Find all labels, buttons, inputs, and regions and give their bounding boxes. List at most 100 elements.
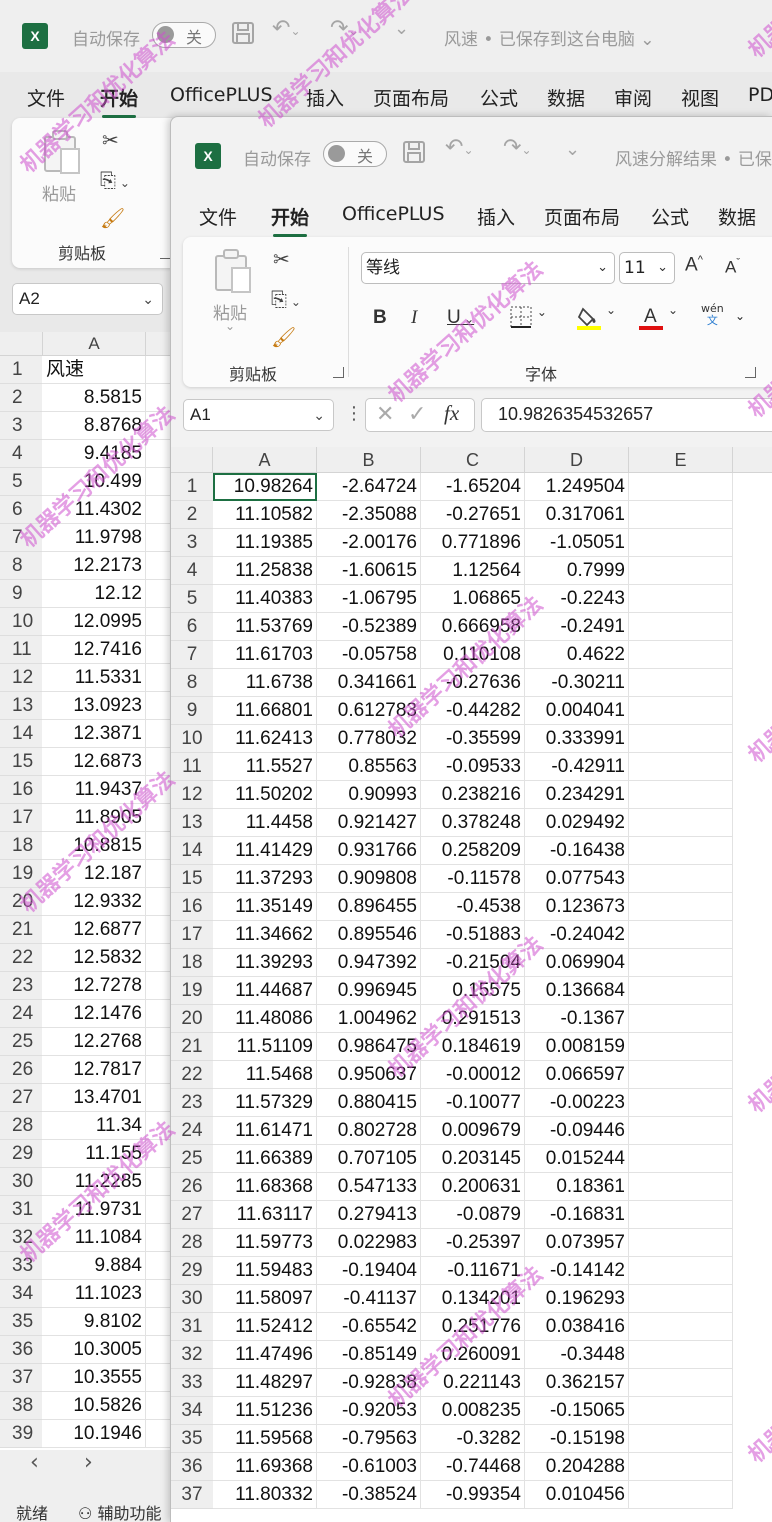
cell[interactable]: 10.1946 [42,1420,146,1448]
cell[interactable] [146,636,172,664]
cell[interactable]: 11.40383 [213,585,317,613]
menu-formulas[interactable]: 公式 [480,84,518,111]
cell[interactable] [146,1420,172,1448]
row-header[interactable]: 2 [0,384,42,412]
chevron-down-icon[interactable]: ⌄ [735,309,745,323]
row-header[interactable]: 28 [0,1112,42,1140]
cell[interactable]: 10.3555 [42,1364,146,1392]
row-header[interactable]: 7 [171,641,213,669]
row-header[interactable]: 1 [0,356,42,384]
row-header[interactable]: 34 [0,1280,42,1308]
cell[interactable]: 0.921427 [317,809,421,837]
cell[interactable]: 8.5815 [42,384,146,412]
row-header[interactable]: 16 [171,893,213,921]
back-name-box[interactable]: A2 ⌄ [12,283,163,315]
cell[interactable]: 11.4302 [42,496,146,524]
row-header[interactable]: 27 [0,1084,42,1112]
cell[interactable]: 0.896455 [317,893,421,921]
cell[interactable]: 11.66801 [213,697,317,725]
cell[interactable]: -0.25397 [421,1229,525,1257]
cell[interactable]: 11.5331 [42,664,146,692]
cell[interactable] [629,1005,733,1033]
row-header[interactable]: 9 [0,580,42,608]
cell[interactable]: 0.362157 [525,1369,629,1397]
cell[interactable]: 11.50202 [213,781,317,809]
cell[interactable] [146,860,172,888]
column-header-e[interactable]: E [629,447,733,473]
menu-officeplus[interactable]: OfficePLUS [342,203,445,225]
cell[interactable]: 0.90993 [317,781,421,809]
cell[interactable]: 11.61471 [213,1117,317,1145]
copy-icon[interactable]: ⎘ ⌄ [100,168,130,192]
bold-icon[interactable]: B [373,307,387,329]
cell[interactable]: 12.7416 [42,636,146,664]
cell[interactable]: 1.06865 [421,585,525,613]
cell[interactable]: -0.11578 [421,865,525,893]
cell[interactable]: -0.92838 [317,1369,421,1397]
cell[interactable]: 0.238216 [421,781,525,809]
cell[interactable]: -0.10077 [421,1089,525,1117]
cell[interactable] [146,1280,172,1308]
row-header[interactable]: 11 [0,636,42,664]
cell[interactable]: 11.59773 [213,1229,317,1257]
cell[interactable] [146,1224,172,1252]
cell[interactable]: -0.27636 [421,669,525,697]
cell[interactable] [629,697,733,725]
cell[interactable]: 12.1476 [42,1000,146,1028]
cell[interactable]: 10.5826 [42,1392,146,1420]
cell[interactable] [629,753,733,781]
cell[interactable] [146,1168,172,1196]
menu-file[interactable]: 文件 [27,84,65,111]
cell[interactable]: -2.64724 [317,473,421,501]
cell[interactable] [629,921,733,949]
cell[interactable]: 0.251776 [421,1313,525,1341]
cell[interactable]: -0.21504 [421,949,525,977]
row-header[interactable]: 30 [0,1168,42,1196]
cell[interactable] [629,781,733,809]
cell[interactable]: 13.0923 [42,692,146,720]
undo-icon[interactable]: ↶⌄ [272,16,301,41]
cell[interactable] [146,1364,172,1392]
row-header[interactable]: 17 [171,921,213,949]
cell[interactable]: 0.234291 [525,781,629,809]
row-header[interactable]: 30 [171,1285,213,1313]
cell[interactable] [146,1000,172,1028]
cell[interactable] [629,1201,733,1229]
cell[interactable]: 12.7817 [42,1056,146,1084]
row-header[interactable]: 13 [0,692,42,720]
cell[interactable]: -0.27651 [421,501,525,529]
row-header[interactable]: 19 [0,860,42,888]
menu-page-layout[interactable]: 页面布局 [544,203,620,230]
cell[interactable]: 0.333991 [525,725,629,753]
cut-icon[interactable]: ✂ [273,247,290,271]
clipboard-launcher-icon[interactable] [333,367,344,378]
cell[interactable]: 11.5468 [213,1061,317,1089]
row-header[interactable]: 13 [171,809,213,837]
menu-formulas[interactable]: 公式 [651,203,689,230]
cell[interactable] [629,1089,733,1117]
cell[interactable]: 10.8815 [42,832,146,860]
row-header[interactable]: 25 [0,1028,42,1056]
cell[interactable]: 0.291513 [421,1005,525,1033]
cell[interactable]: 11.59568 [213,1425,317,1453]
cell[interactable]: 11.80332 [213,1481,317,1509]
cell[interactable]: 11.2285 [42,1168,146,1196]
cell[interactable] [146,1112,172,1140]
font-name-select[interactable]: 等线 ⌄ [361,252,615,284]
cell[interactable]: -1.05051 [525,529,629,557]
cut-icon[interactable]: ✂ [102,128,119,152]
cell[interactable] [146,832,172,860]
row-header[interactable]: 20 [0,888,42,916]
cell[interactable]: 11.5527 [213,753,317,781]
cell[interactable] [629,1033,733,1061]
cell[interactable]: 11.59483 [213,1257,317,1285]
borders-icon[interactable]: ⌄ [509,305,547,334]
row-header[interactable]: 11 [171,753,213,781]
cell[interactable]: 0.258209 [421,837,525,865]
cell[interactable] [629,529,733,557]
cell[interactable]: 0.004041 [525,697,629,725]
cell[interactable]: 0.279413 [317,1201,421,1229]
cell[interactable]: 0.073957 [525,1229,629,1257]
row-header[interactable]: 15 [0,748,42,776]
cell[interactable]: 11.19385 [213,529,317,557]
